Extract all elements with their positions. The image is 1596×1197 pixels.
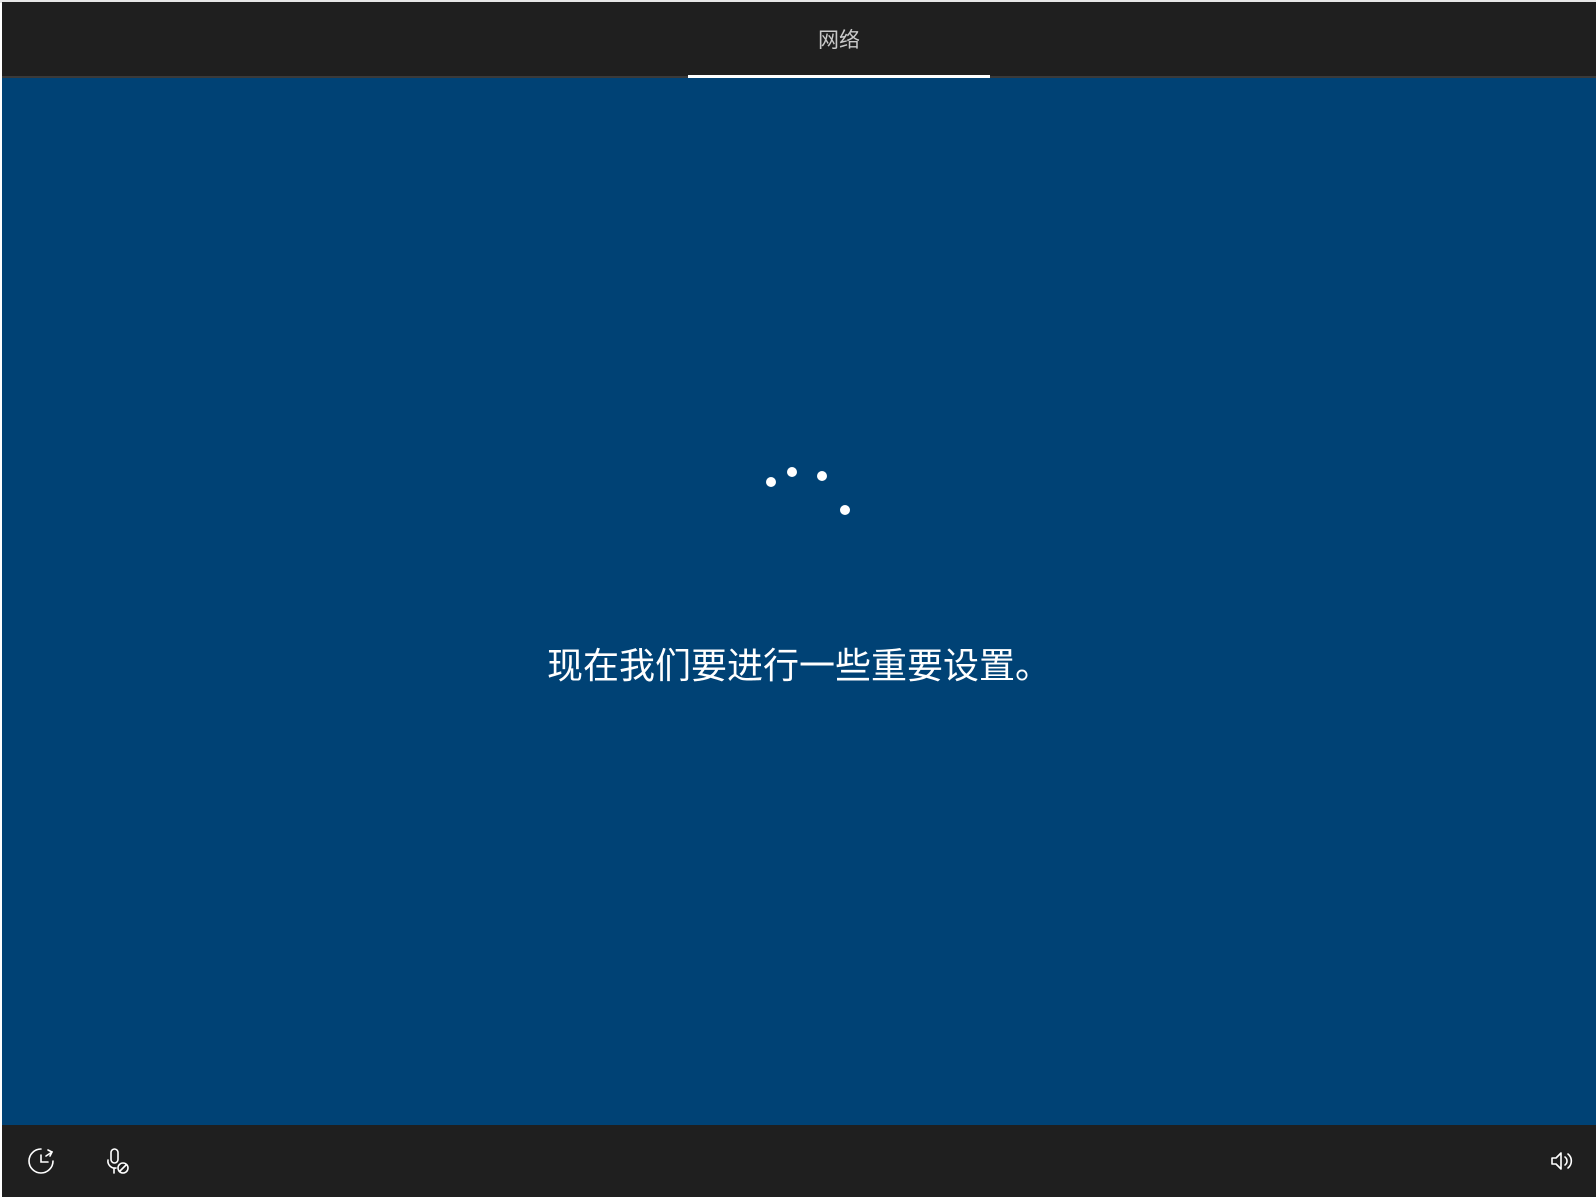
tab-network[interactable]: 网络 — [688, 2, 990, 78]
microphone-muted-icon[interactable] — [93, 1137, 141, 1185]
status-message: 现在我们要进行一些重要设置。 — [546, 646, 1051, 687]
spinner-dot — [817, 471, 827, 481]
spinner-dot — [840, 505, 850, 515]
setup-window: 网络 现在我们要进行一些重要设置。 — [2, 2, 1596, 1197]
loading-dots-icon — [766, 467, 850, 515]
volume-icon[interactable] — [1538, 1137, 1586, 1185]
spinner-dot — [787, 467, 797, 477]
tab-network-label: 网络 — [818, 28, 860, 52]
oobe-footer-bar — [2, 1125, 1596, 1197]
main-content-area: 现在我们要进行一些重要设置。 — [2, 78, 1596, 1125]
spinner-dot — [766, 477, 776, 487]
oobe-header-bar: 网络 — [2, 2, 1596, 78]
ease-of-access-icon[interactable] — [17, 1137, 65, 1185]
